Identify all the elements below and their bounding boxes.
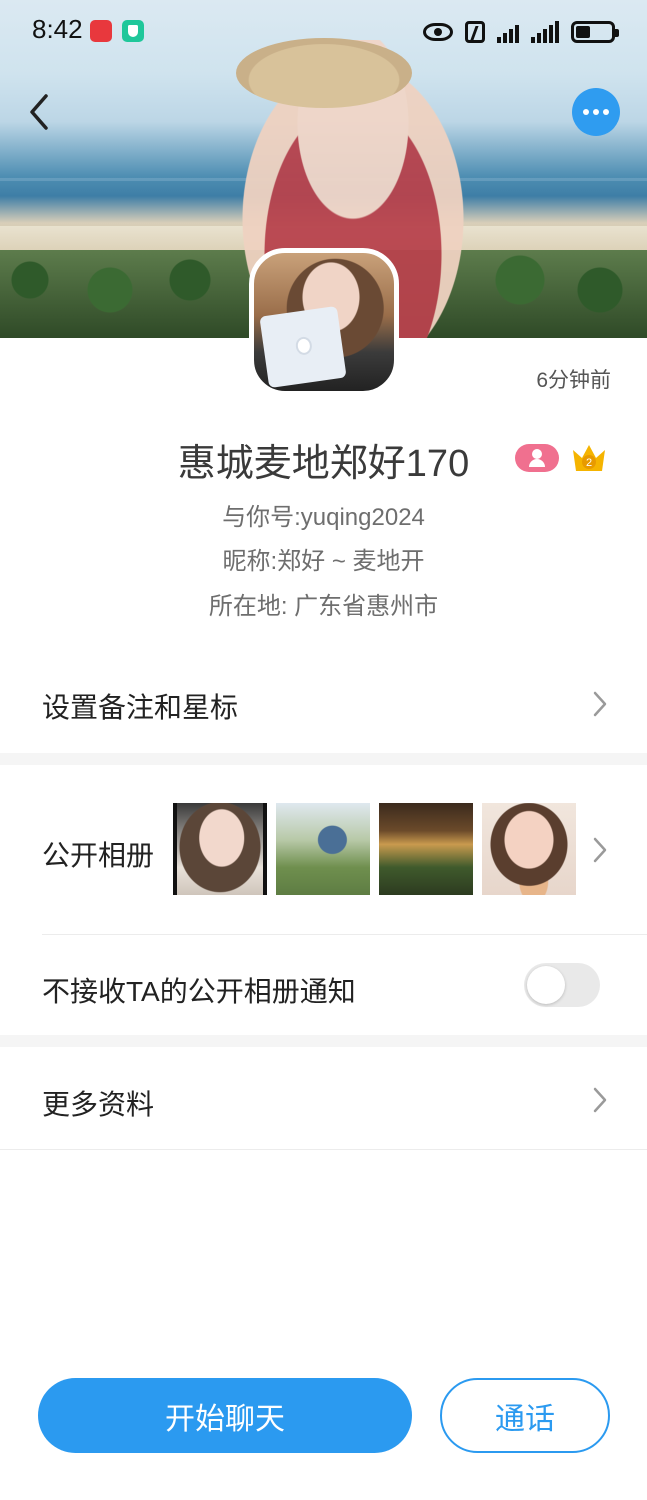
toggle-knob (527, 966, 565, 1004)
more-dot-icon (583, 109, 589, 115)
more-options-button[interactable] (572, 88, 620, 136)
shopping-app-icon (90, 20, 112, 42)
album-notify-label: 不接收TA的公开相册通知 (42, 976, 356, 1007)
avatar-laptop (259, 305, 347, 389)
gender-badge-icon (515, 444, 559, 472)
more-info-row[interactable]: 更多资料 (0, 1047, 647, 1149)
album-notify-toggle[interactable] (524, 963, 600, 1007)
eye-icon (423, 23, 453, 41)
album-photo[interactable] (276, 803, 370, 895)
section-divider (0, 753, 647, 765)
chevron-right-icon (591, 835, 609, 865)
vip-crown-icon: 2 (570, 442, 608, 474)
section-divider (0, 1035, 647, 1047)
last-active-time: 6分钟前 (536, 369, 611, 392)
album-photo[interactable] (173, 803, 267, 895)
album-label: 公开相册 (42, 840, 155, 871)
signal-icon-2 (531, 21, 559, 43)
row-divider (0, 1149, 647, 1150)
more-dot-icon (593, 109, 599, 115)
remark-label: 设置备注和星标 (42, 692, 239, 723)
vip-level: 2 (586, 457, 592, 469)
more-dot-icon (603, 109, 609, 115)
back-button[interactable] (22, 90, 62, 134)
start-chat-button[interactable]: 开始聊天 (38, 1378, 412, 1453)
album-photo[interactable] (379, 803, 473, 895)
signal-icon (497, 21, 519, 43)
remark-row[interactable]: 设置备注和星标 (0, 655, 647, 753)
nfc-icon (465, 21, 485, 43)
account-id: 与你号:yuqing2024 (222, 504, 425, 531)
status-bar: 8:42 (0, 0, 647, 64)
chevron-right-icon (591, 1085, 609, 1115)
call-button[interactable]: 通话 (440, 1378, 610, 1453)
shield-app-icon (122, 20, 144, 42)
battery-icon (571, 21, 619, 43)
status-icons (423, 16, 619, 48)
status-time: 8:42 (32, 14, 83, 44)
album-photo[interactable] (482, 803, 576, 895)
location: 所在地: 广东省惠州市 (208, 593, 439, 620)
nickname: 昵称:郑好 ~ 麦地开 (222, 548, 425, 575)
avatar[interactable] (249, 248, 399, 396)
chevron-right-icon (591, 689, 609, 719)
more-info-label: 更多资料 (42, 1089, 155, 1120)
chevron-left-icon (30, 94, 48, 130)
